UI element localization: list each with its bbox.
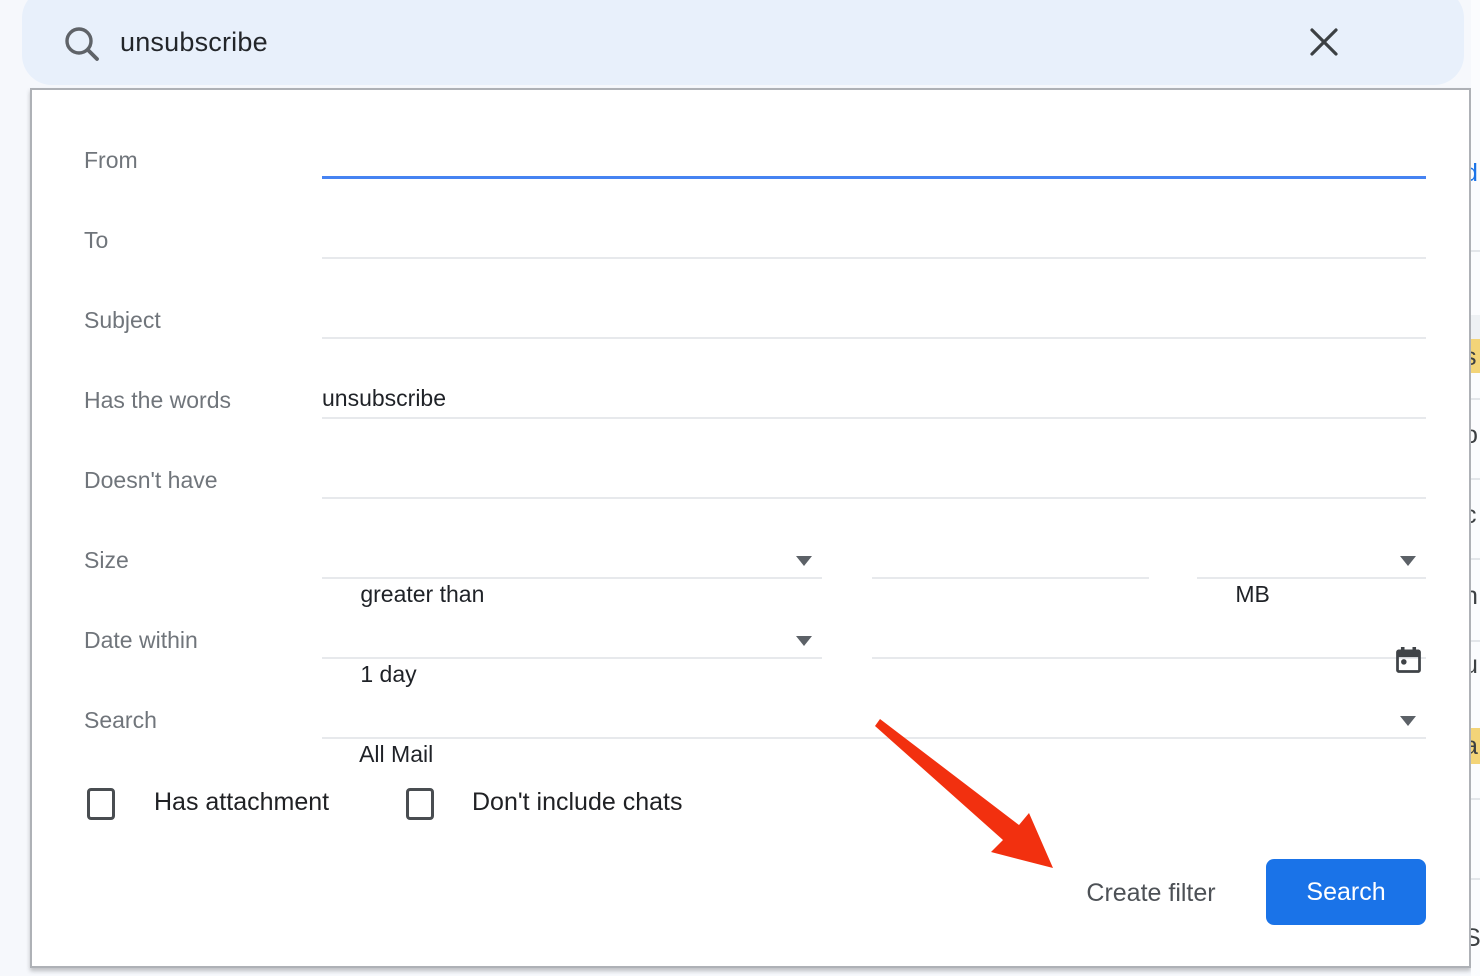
row-band: [1471, 315, 1480, 339]
from-input[interactable]: [322, 140, 1426, 179]
date-range-value: 1 day: [360, 661, 416, 687]
search-scope-value: All Mail: [359, 741, 433, 767]
date-range-select[interactable]: 1 day: [322, 620, 822, 659]
doesnt-have-label: Doesn't have: [84, 460, 218, 500]
create-filter-button[interactable]: Create filter: [1051, 872, 1251, 912]
text-fragment: n: [1471, 583, 1478, 609]
divider: [1471, 478, 1480, 480]
to-label: To: [84, 220, 108, 260]
filter-row-from: From: [32, 140, 1469, 180]
size-label: Size: [84, 540, 129, 580]
date-within-label: Date within: [84, 620, 198, 660]
chevron-down-icon: [1400, 716, 1416, 726]
dont-include-chats-checkbox[interactable]: [406, 788, 434, 820]
has-attachment-label: Has attachment: [154, 782, 329, 822]
text-fragment: o: [1471, 422, 1478, 448]
divider: [1471, 250, 1480, 252]
divider: [1471, 640, 1480, 642]
size-unit-value: MB: [1235, 581, 1270, 607]
filter-row-has-words: Has the words unsubscribe: [32, 380, 1469, 420]
filter-row-to: To: [32, 220, 1469, 260]
search-bar[interactable]: unsubscribe: [22, 0, 1464, 85]
text-fragment: c: [1471, 502, 1477, 528]
search-input[interactable]: unsubscribe: [120, 0, 268, 85]
divider: [1471, 878, 1480, 880]
has-attachment-checkbox[interactable]: [87, 788, 115, 820]
size-comparator-select[interactable]: greater than: [322, 540, 822, 579]
filter-row-date-within: Date within 1 day: [32, 620, 1469, 660]
subject-label: Subject: [84, 300, 161, 340]
text-fragment: a: [1471, 733, 1478, 759]
dont-include-chats-label: Don't include chats: [472, 782, 682, 822]
has-words-label: Has the words: [84, 380, 231, 420]
chevron-down-icon: [796, 636, 812, 646]
background-page-edge: d s o c n u a S: [1471, 0, 1480, 976]
divider: [1471, 398, 1480, 400]
search-scope-select[interactable]: All Mail: [322, 700, 1426, 739]
chevron-down-icon: [796, 556, 812, 566]
text-fragment: S: [1471, 925, 1480, 951]
search-scope-label: Search: [84, 700, 157, 740]
from-label: From: [84, 140, 138, 180]
size-unit-select[interactable]: MB: [1197, 540, 1426, 579]
to-input[interactable]: [322, 220, 1426, 259]
search-icon: [62, 24, 102, 69]
has-words-value: unsubscribe: [322, 385, 446, 411]
filter-row-search-scope: Search All Mail: [32, 700, 1469, 740]
filter-row-doesnt-have: Doesn't have: [32, 460, 1469, 500]
divider: [1471, 798, 1480, 800]
search-button[interactable]: Search: [1266, 859, 1426, 925]
filter-row-subject: Subject: [32, 300, 1469, 340]
size-amount-input[interactable]: [872, 540, 1149, 579]
divider: [1471, 558, 1480, 560]
filter-row-size: Size greater than MB: [32, 540, 1469, 580]
doesnt-have-input[interactable]: [322, 460, 1426, 499]
clear-search-icon[interactable]: [1308, 26, 1340, 63]
search-filter-panel: From To Subject Has the words unsubscrib…: [30, 88, 1471, 968]
size-comparator-value: greater than: [360, 581, 484, 607]
text-fragment: d: [1471, 160, 1478, 186]
text-fragment: s: [1471, 344, 1477, 370]
has-words-input[interactable]: unsubscribe: [322, 380, 1426, 419]
text-fragment: u: [1471, 652, 1478, 678]
date-input[interactable]: [872, 620, 1426, 659]
chevron-down-icon: [1400, 556, 1416, 566]
subject-input[interactable]: [322, 300, 1426, 339]
